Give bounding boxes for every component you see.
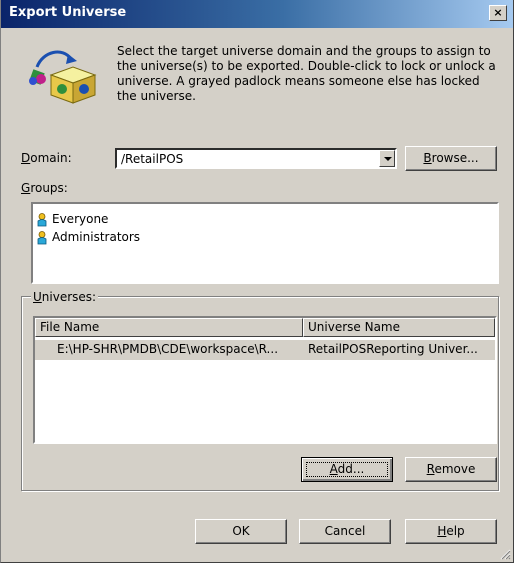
column-header-file-name[interactable]: File Name bbox=[35, 318, 303, 337]
instructions-text: Select the target universe domain and th… bbox=[117, 44, 496, 103]
groups-list[interactable]: Everyone Administrators bbox=[31, 202, 499, 284]
export-universe-icon bbox=[29, 50, 97, 104]
browse-button[interactable]: Browse... bbox=[405, 146, 497, 171]
title-bar[interactable]: Export Universe × bbox=[1, 0, 513, 28]
window-title: Export Universe bbox=[9, 5, 127, 20]
groups-label: Groups: bbox=[21, 181, 68, 195]
table-row[interactable]: E:\HP-SHR\PMDB\CDE\workspace\R... Retail… bbox=[35, 340, 495, 360]
list-item[interactable]: Administrators bbox=[37, 229, 140, 245]
add-button[interactable]: Add... bbox=[301, 457, 393, 482]
cancel-button[interactable]: Cancel bbox=[299, 519, 391, 544]
resize-grip-icon[interactable] bbox=[499, 548, 511, 560]
user-group-icon bbox=[37, 230, 47, 244]
universes-label: Universes: bbox=[31, 290, 99, 304]
domain-dropdown[interactable]: /RetailPOS bbox=[115, 148, 397, 169]
universes-table[interactable]: File Name Universe Name E:\HP-SHR\PMDB\C… bbox=[33, 316, 497, 444]
chevron-down-icon[interactable] bbox=[379, 150, 395, 167]
remove-button[interactable]: Remove bbox=[405, 457, 497, 482]
domain-value: /RetailPOS bbox=[121, 152, 184, 166]
export-universe-dialog: Export Universe × Select the target univ… bbox=[0, 0, 514, 563]
close-button[interactable]: × bbox=[489, 5, 507, 21]
ok-button[interactable]: OK bbox=[195, 519, 287, 544]
universe-name-cell: RetailPOSReporting Univer... bbox=[308, 342, 478, 356]
list-item[interactable]: Everyone bbox=[37, 211, 108, 227]
column-header-universe-name[interactable]: Universe Name bbox=[303, 318, 495, 337]
domain-label: Domain: bbox=[21, 151, 72, 165]
help-button[interactable]: Help bbox=[405, 519, 497, 544]
file-name-cell: E:\HP-SHR\PMDB\CDE\workspace\R... bbox=[57, 342, 279, 356]
user-group-icon bbox=[37, 212, 47, 226]
